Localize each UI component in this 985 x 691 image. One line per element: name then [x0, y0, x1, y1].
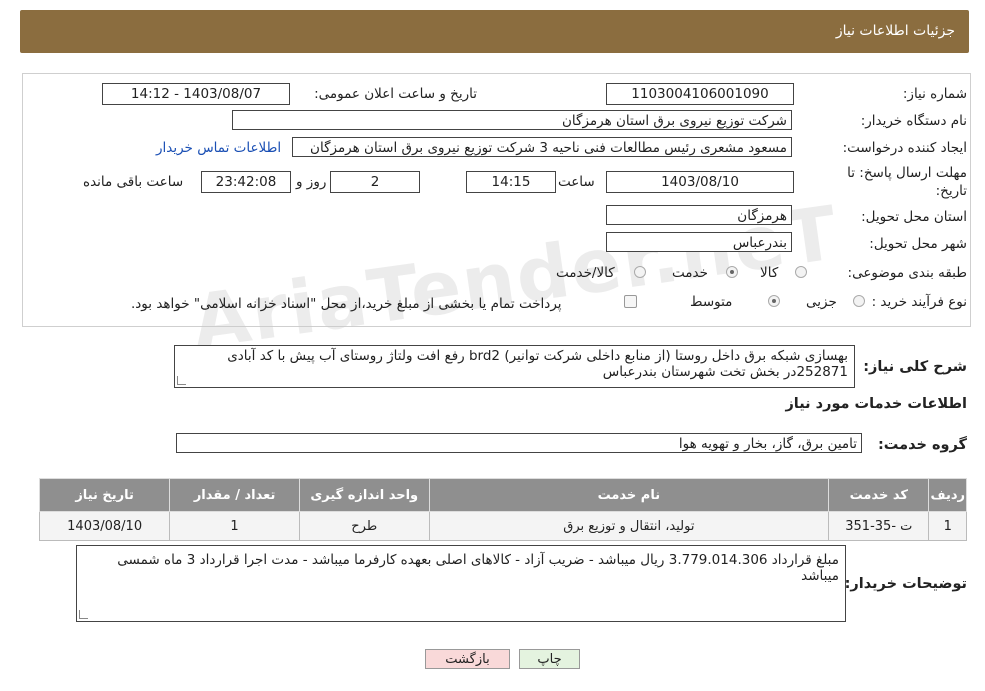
col-row-number: ردیف — [928, 478, 967, 512]
buyer-notes-label: توضیحات خریدار: — [844, 576, 967, 592]
buyer-org-field: شرکت توزیع نیروی برق استان هرمزگان — [232, 110, 792, 130]
category-khedmat-label: خدمت — [672, 265, 708, 281]
cell-service-code: ت -35-351 — [828, 511, 930, 541]
remaining-label: ساعت باقی مانده — [83, 174, 184, 190]
buyer-notes-text: مبلغ قرارداد 3.779.014.306 ریال میباشد -… — [117, 552, 839, 584]
service-group-field: تامین برق، گاز، بخار و تهویه هوا — [176, 433, 862, 453]
cell-unit: طرح — [298, 511, 430, 541]
resize-grip-icon[interactable] — [79, 610, 88, 619]
cell-quantity: 1 — [169, 511, 300, 541]
payment-checkbox[interactable] — [624, 295, 637, 308]
col-service-code: کد خدمت — [828, 478, 930, 512]
description-text: بهسازی شبکه برق داخل روستا (از منابع داخ… — [227, 348, 848, 380]
city-label: شهر محل تحویل: — [869, 236, 967, 252]
page-title: جزئیات اطلاعات نیاز — [835, 23, 955, 39]
print-button[interactable]: چاپ — [519, 649, 580, 669]
need-number-label: شماره نیاز: — [902, 86, 967, 102]
payment-note: پرداخت تمام یا بخشی از مبلغ خرید،از محل … — [131, 296, 562, 312]
category-kala-label: کالا — [760, 265, 779, 281]
category-both-label: کالا/خدمت — [556, 265, 615, 281]
category-both-radio[interactable] — [634, 266, 646, 278]
col-need-date: تاریخ نیاز — [38, 478, 171, 512]
need-number-field: 1103004106001090 — [606, 83, 794, 105]
process-jozi-label: جزیی — [806, 294, 837, 310]
process-motevaset-radio[interactable] — [768, 295, 780, 307]
province-label: استان محل تحویل: — [861, 209, 967, 225]
col-quantity: تعداد / مقدار — [169, 478, 300, 512]
services-table: ردیف کد خدمت نام خدمت واحد اندازه گیری ت… — [38, 478, 967, 541]
cell-service-name: تولید، انتقال و توزیع برق — [428, 511, 830, 541]
deadline-label-2: تاریخ: — [935, 183, 967, 199]
announce-label: تاریخ و ساعت اعلان عمومی: — [314, 86, 477, 102]
table-row: 1 ت -35-351 تولید، انتقال و توزیع برق طر… — [38, 511, 967, 541]
requester-field: مسعود مشعری رئیس مطالعات فنی ناحیه 3 شرک… — [292, 137, 792, 157]
process-motevaset-label: متوسط — [690, 294, 733, 310]
page-header: جزئیات اطلاعات نیاز — [20, 10, 969, 53]
announce-field: 1403/08/07 - 14:12 — [102, 83, 290, 105]
description-label: شرح کلی نیاز: — [863, 359, 967, 375]
category-kala-radio[interactable] — [795, 266, 807, 278]
category-label: طبقه بندی موضوعی: — [847, 265, 967, 281]
table-header-row: ردیف کد خدمت نام خدمت واحد اندازه گیری ت… — [38, 478, 967, 512]
days-label: روز و — [296, 174, 327, 190]
city-field: بندرعباس — [606, 232, 792, 252]
service-group-label: گروه خدمت: — [877, 437, 967, 453]
days-field: 2 — [330, 171, 420, 193]
deadline-label: مهلت ارسال پاسخ: تا — [847, 165, 967, 181]
deadline-time-field: 14:15 — [466, 171, 556, 193]
process-jozi-radio[interactable] — [853, 295, 865, 307]
cell-need-date: 1403/08/10 — [38, 511, 171, 541]
requester-label: ایجاد کننده درخواست: — [842, 140, 967, 156]
buyer-notes-textarea[interactable]: مبلغ قرارداد 3.779.014.306 ریال میباشد -… — [76, 545, 846, 622]
resize-grip-icon[interactable] — [177, 376, 186, 385]
process-label: نوع فرآیند خرید : — [871, 294, 967, 310]
category-khedmat-radio[interactable] — [726, 266, 738, 278]
back-button[interactable]: بازگشت — [425, 649, 510, 669]
time-label: ساعت — [558, 174, 595, 190]
description-textarea[interactable]: بهسازی شبکه برق داخل روستا (از منابع داخ… — [174, 345, 855, 388]
buyer-org-label: نام دستگاه خریدار: — [860, 113, 967, 129]
remaining-time-field: 23:42:08 — [201, 171, 291, 193]
col-unit: واحد اندازه گیری — [298, 478, 430, 512]
col-service-name: نام خدمت — [428, 478, 830, 512]
services-section-title: اطلاعات خدمات مورد نیاز — [785, 396, 967, 412]
deadline-date-field: 1403/08/10 — [606, 171, 794, 193]
buyer-contact-link[interactable]: اطلاعات تماس خریدار — [156, 140, 281, 156]
province-field: هرمزگان — [606, 205, 792, 225]
cell-row-number: 1 — [928, 511, 967, 541]
